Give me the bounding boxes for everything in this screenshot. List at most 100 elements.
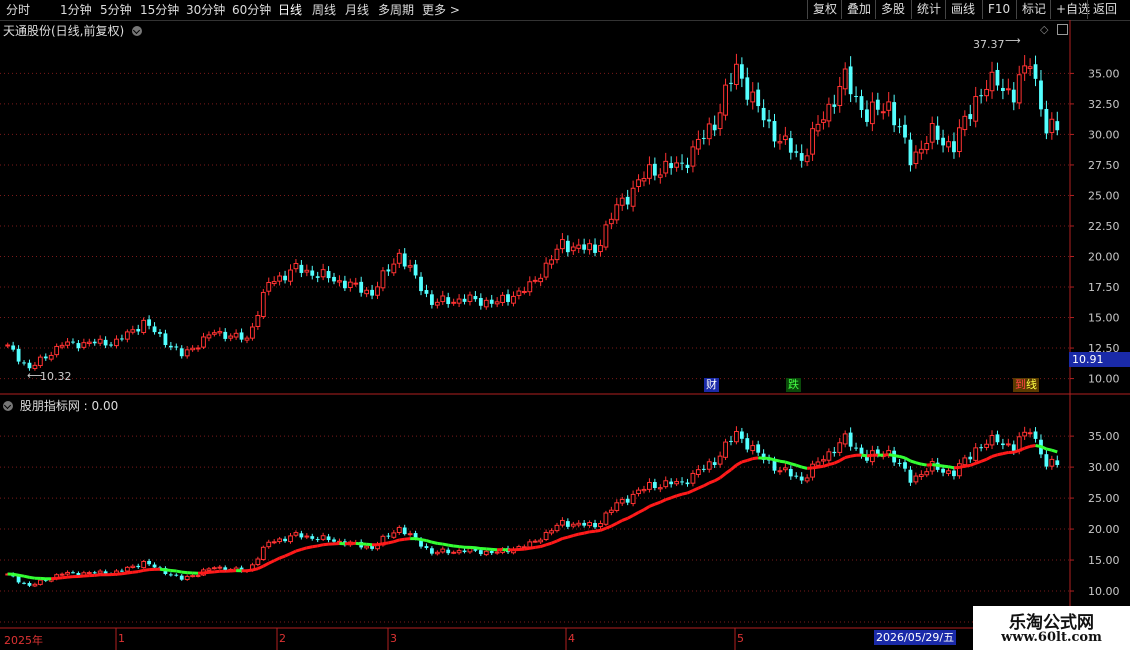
indicator-segment bbox=[861, 453, 868, 458]
event-badge-char1: 到 bbox=[1015, 378, 1026, 391]
candle-body bbox=[184, 575, 190, 580]
tab-monthly[interactable]: 月线 bbox=[345, 2, 369, 18]
candle-body bbox=[674, 481, 680, 485]
candle-body bbox=[141, 319, 147, 333]
candle-body bbox=[952, 470, 956, 477]
tab-60min[interactable]: 60分钟 bbox=[232, 2, 271, 18]
window-icon[interactable] bbox=[1057, 24, 1068, 35]
indicator-segment bbox=[741, 458, 748, 464]
main-price-axis: 35.00 32.50 30.00 27.50 25.00 22.50 20.00 17.50… bbox=[1070, 67, 1120, 386]
candle-body bbox=[723, 84, 728, 116]
tab-30min[interactable]: 30分钟 bbox=[186, 2, 225, 18]
candle-body bbox=[565, 521, 570, 527]
multi-stock-button[interactable]: 多股 bbox=[875, 0, 910, 19]
indicator-segment bbox=[937, 463, 944, 468]
indicator-segment bbox=[833, 459, 841, 465]
candle-body bbox=[527, 541, 533, 548]
indicator-segment bbox=[735, 460, 743, 467]
candle-body bbox=[756, 444, 761, 453]
candle-body bbox=[842, 433, 848, 445]
candle-body bbox=[984, 443, 989, 448]
indicator-segment bbox=[1051, 448, 1058, 454]
candle-body bbox=[370, 289, 374, 296]
candle-body bbox=[22, 362, 26, 364]
candle-body bbox=[244, 337, 250, 341]
indicator-segment bbox=[665, 496, 672, 502]
indicator-segment bbox=[1002, 450, 1009, 456]
kline-chart[interactable]: 35.00 32.50 30.00 27.50 25.00 22.50 20.00 17.50… bbox=[0, 20, 1130, 650]
candle-body bbox=[897, 462, 902, 464]
candle-body bbox=[608, 509, 614, 513]
fuquan-button[interactable]: 复权 bbox=[807, 0, 842, 19]
dropdown-circle-icon[interactable] bbox=[3, 401, 13, 411]
tab-weekly[interactable]: 周线 bbox=[312, 2, 336, 18]
candle-body bbox=[114, 338, 119, 347]
indicator-segment bbox=[388, 540, 395, 545]
candle-body bbox=[22, 582, 26, 584]
tab-daily[interactable]: 日线 bbox=[278, 2, 302, 18]
candle-body bbox=[690, 472, 696, 484]
candle-body bbox=[16, 348, 21, 362]
f10-button[interactable]: F10 bbox=[982, 0, 1015, 19]
candle-body bbox=[71, 341, 75, 343]
candle-body bbox=[43, 356, 48, 359]
tab-15min[interactable]: 15分钟 bbox=[140, 2, 179, 18]
candle-body bbox=[32, 583, 38, 587]
candle-body bbox=[266, 282, 272, 292]
candle-body bbox=[549, 259, 554, 265]
tab-1min[interactable]: 1分钟 bbox=[60, 2, 92, 18]
candle-body bbox=[576, 244, 582, 249]
candle-body bbox=[625, 498, 630, 503]
candle-body bbox=[962, 457, 968, 466]
candle-body bbox=[729, 82, 733, 84]
drop-badge[interactable]: 跌 bbox=[786, 378, 801, 392]
candle-body bbox=[456, 550, 462, 554]
candle-body bbox=[886, 101, 892, 111]
candle-body bbox=[239, 332, 244, 340]
candle-body bbox=[120, 570, 124, 572]
candle-body bbox=[663, 160, 669, 174]
indicator-segment bbox=[143, 568, 150, 572]
indicator-segment bbox=[932, 463, 938, 467]
candle-body bbox=[446, 297, 451, 305]
candle-body bbox=[310, 270, 315, 276]
candle-body bbox=[59, 344, 65, 348]
dropdown-circle-icon[interactable] bbox=[132, 26, 143, 36]
tab-multi-period[interactable]: 多周期 bbox=[378, 2, 414, 18]
indicator-segment bbox=[1029, 443, 1036, 448]
candle-body bbox=[332, 276, 336, 282]
tab-5min[interactable]: 5分钟 bbox=[100, 2, 132, 18]
main-axis-label: 15.00 bbox=[1088, 312, 1120, 325]
candle-body bbox=[652, 163, 657, 176]
indicator-segment bbox=[942, 464, 949, 469]
tab-more[interactable]: 更多 > bbox=[422, 2, 460, 18]
candle-body bbox=[897, 126, 902, 128]
draw-line-button[interactable]: 画线 bbox=[945, 0, 980, 19]
stock-name-title: 天通股份(日线,前复权) bbox=[3, 24, 125, 38]
diamond-icon[interactable]: ◇ bbox=[1040, 23, 1048, 36]
candle-body bbox=[663, 480, 669, 488]
candle-body bbox=[299, 264, 304, 273]
indicator-segment bbox=[610, 521, 618, 528]
indicator-segment bbox=[969, 461, 977, 467]
candle-body bbox=[587, 243, 593, 251]
tab-fenshi[interactable]: 分时 bbox=[6, 2, 30, 18]
candle-body bbox=[174, 574, 179, 576]
candle-body bbox=[619, 197, 625, 206]
candle-body bbox=[859, 447, 864, 455]
candle-body bbox=[695, 138, 701, 150]
indicator-segment bbox=[1024, 444, 1031, 450]
candle-body bbox=[206, 334, 212, 339]
candle-body bbox=[946, 141, 951, 148]
mark-button[interactable]: 标记 bbox=[1016, 0, 1051, 19]
candle-body bbox=[288, 269, 293, 282]
back-button[interactable]: 返回 bbox=[1087, 0, 1122, 19]
finance-badge[interactable]: 财 bbox=[704, 378, 719, 392]
candle-body bbox=[211, 332, 217, 335]
candle-body bbox=[288, 535, 293, 543]
candle-body bbox=[772, 121, 777, 142]
candle-body bbox=[233, 332, 239, 338]
stats-button[interactable]: 统计 bbox=[911, 0, 946, 19]
overlay-button[interactable]: 叠加 bbox=[841, 0, 876, 19]
event-badge[interactable]: 到线 bbox=[1013, 378, 1039, 392]
